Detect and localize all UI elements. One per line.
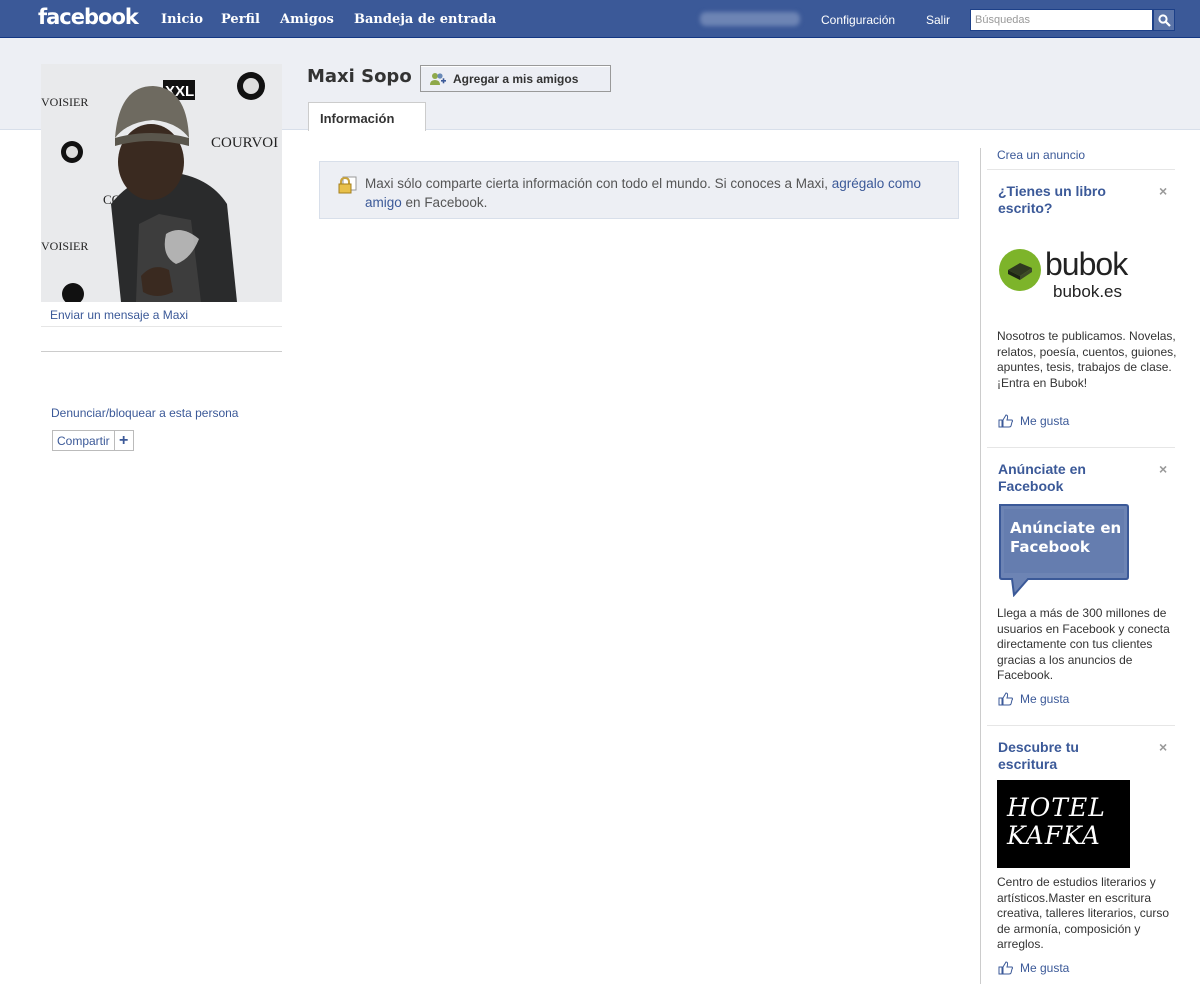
notice-text-end: en Facebook. <box>405 195 488 210</box>
privacy-notice: Maxi sólo comparte cierta información co… <box>319 161 959 219</box>
hotel-kafka-ad-image[interactable]: HOTEL KAFKA <box>997 780 1130 868</box>
hotel-kafka-image-text: HOTEL KAFKA <box>1007 793 1106 850</box>
thumbs-up-icon <box>998 692 1013 706</box>
nav-perfil[interactable]: Perfil <box>221 12 260 27</box>
nav-salir[interactable]: Salir <box>926 13 950 27</box>
ad-body: Nosotros te publicamos. Novelas, relatos… <box>997 329 1177 390</box>
tab-informacion[interactable]: Información <box>308 102 426 131</box>
ad-separator <box>987 169 1175 170</box>
share-label: Compartir <box>53 431 115 450</box>
like-label: Me gusta <box>1020 414 1070 428</box>
ad-body: Centro de estudios literarios y artístic… <box>997 875 1170 951</box>
report-block-link[interactable]: Denunciar/bloquear a esta persona <box>51 406 238 420</box>
photo-logo-text: VOISIER <box>41 239 88 253</box>
facebook-ads-image[interactable]: Anúnciate en Facebook <box>998 503 1130 598</box>
like-label: Me gusta <box>1020 692 1070 706</box>
nav-configuracion[interactable]: Configuración <box>821 13 895 27</box>
top-navigation-bar: facebook Inicio Perfil Amigos Bandeja de… <box>0 0 1200 38</box>
ad-title[interactable]: Anúnciate en Facebook <box>998 461 1138 495</box>
ad-separator <box>987 447 1175 448</box>
close-icon[interactable]: × <box>1159 461 1167 477</box>
notice-text: Maxi sólo comparte cierta información co… <box>365 176 828 191</box>
divider <box>41 351 282 352</box>
like-label: Me gusta <box>1020 961 1070 975</box>
facebook-ads-image-text: Anúnciate en Facebook <box>1010 519 1122 556</box>
photo-logo-text: VOISIER <box>41 95 88 109</box>
add-friend-icon <box>430 72 446 85</box>
thumbs-up-icon <box>998 414 1013 428</box>
facebook-logo[interactable]: facebook <box>38 5 139 29</box>
ad-title[interactable]: ¿Tienes un libro escrito? <box>998 183 1138 217</box>
ad-title[interactable]: Descubre tu escritura <box>998 739 1138 773</box>
blurred-username[interactable] <box>700 12 800 26</box>
add-friend-label: Agregar a mis amigos <box>453 71 579 86</box>
profile-photo[interactable]: VOISIER XXL COURVOI CO VOISIER <box>41 64 282 302</box>
like-button[interactable]: Me gusta <box>998 961 1069 975</box>
nav-amigos[interactable]: Amigos <box>280 12 334 27</box>
close-icon[interactable]: × <box>1159 739 1167 755</box>
search-icon <box>1157 13 1171 27</box>
thumbs-up-icon <box>998 961 1013 975</box>
bubok-logo-text: bubok <box>1045 246 1128 282</box>
like-button[interactable]: Me gusta <box>998 414 1069 428</box>
ad-separator <box>987 725 1175 726</box>
close-icon[interactable]: × <box>1159 183 1167 199</box>
search-button[interactable] <box>1153 9 1175 31</box>
divider <box>41 326 282 327</box>
ad-body: Llega a más de 300 millones de usuarios … <box>997 606 1170 682</box>
search-input[interactable]: Búsquedas <box>970 9 1153 31</box>
add-friend-button[interactable]: Agregar a mis amigos <box>420 65 611 92</box>
lock-icon <box>338 176 357 194</box>
nav-bandeja-de-entrada[interactable]: Bandeja de entrada <box>354 12 496 27</box>
create-ad-link[interactable]: Crea un anuncio <box>997 148 1085 162</box>
send-message-link[interactable]: Enviar un mensaje a Maxi <box>50 308 188 322</box>
nav-inicio[interactable]: Inicio <box>161 12 203 27</box>
bubok-domain-text: bubok.es <box>1053 282 1122 301</box>
photo-logo-text: COURVOI <box>211 135 278 151</box>
like-button[interactable]: Me gusta <box>998 692 1069 706</box>
sidebar-divider <box>980 148 981 984</box>
share-button[interactable]: Compartir + <box>52 430 134 451</box>
profile-name: Maxi Sopo <box>307 66 412 87</box>
plus-icon: + <box>119 431 129 449</box>
